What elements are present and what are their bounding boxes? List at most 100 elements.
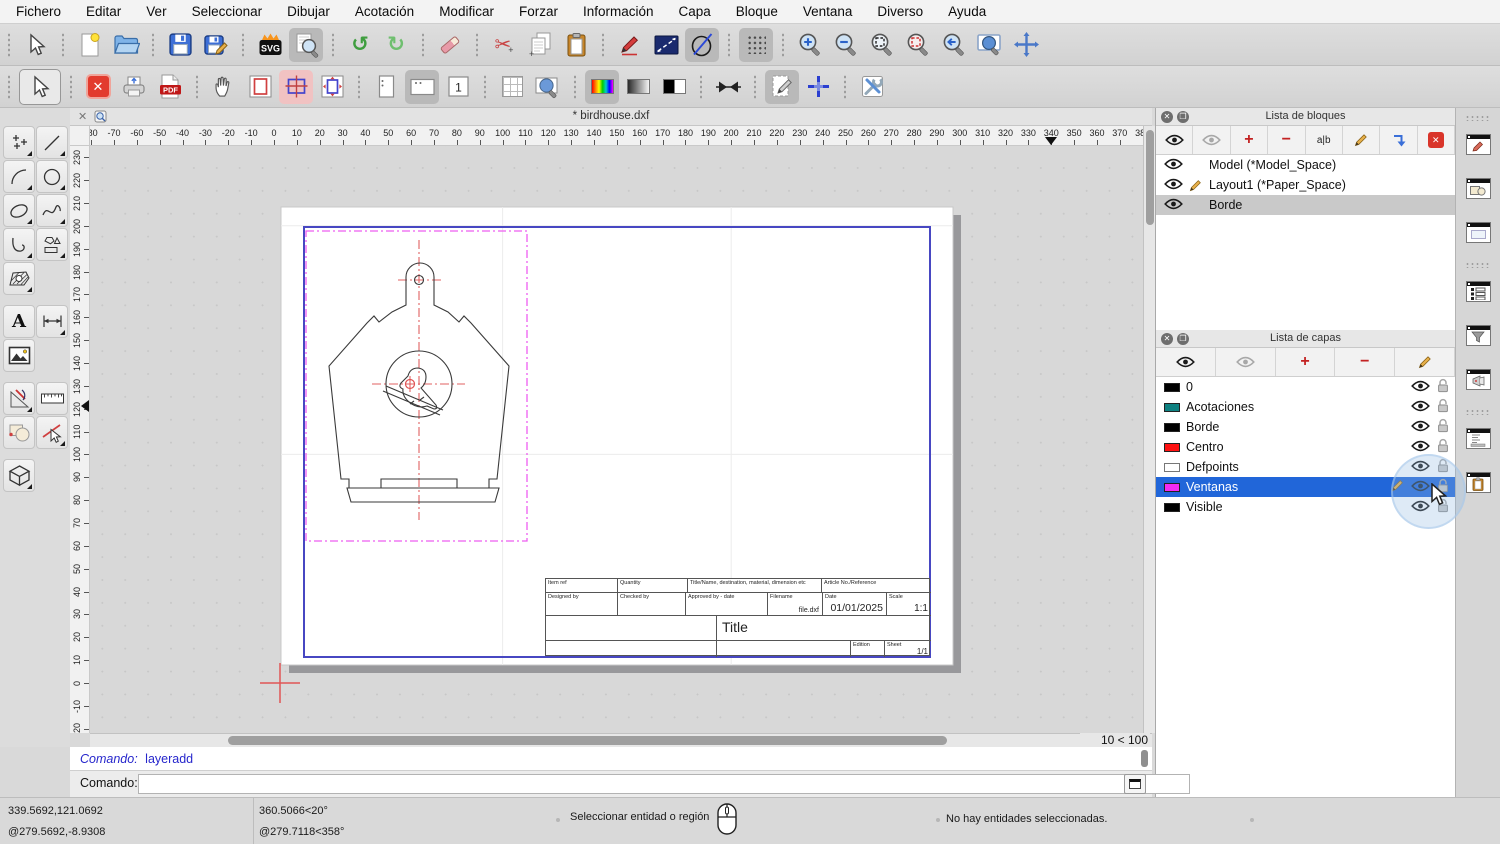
layer-lock-icon[interactable] <box>1437 398 1449 416</box>
export-svg-button[interactable]: SVG <box>253 28 287 62</box>
remove-block-button[interactable]: − <box>1268 126 1306 154</box>
print-button[interactable] <box>117 70 151 104</box>
command-input[interactable] <box>138 774 1190 794</box>
hide-all-layers-button[interactable] <box>1216 348 1276 376</box>
tool-spline-button[interactable] <box>36 194 68 227</box>
color-full-button[interactable] <box>585 69 619 104</box>
vertical-scrollbar[interactable] <box>1143 126 1155 733</box>
menu-capa[interactable]: Capa <box>679 4 711 19</box>
menu-ventana[interactable]: Ventana <box>803 4 853 19</box>
rename-block-button[interactable]: a|b <box>1306 126 1343 154</box>
print-preview-button[interactable] <box>289 27 323 62</box>
menu-modificar[interactable]: Modificar <box>439 4 494 19</box>
block-visibility-eye-icon[interactable] <box>1164 198 1183 213</box>
tool-circle-button[interactable] <box>36 160 68 193</box>
menu-fichero[interactable]: Fichero <box>16 4 61 19</box>
dock-pen-palette-toggle[interactable] <box>1461 127 1495 161</box>
menu-dibujar[interactable]: Dibujar <box>287 4 330 19</box>
viewport-fit-button[interactable] <box>315 70 349 104</box>
layer-lock-icon[interactable] <box>1437 418 1449 436</box>
tool-image-button[interactable] <box>3 339 35 372</box>
insert-block-button[interactable] <box>1380 126 1418 154</box>
block-row-model[interactable]: Model (*Model_Space) <box>1156 155 1455 175</box>
close-doc-button[interactable]: ✕ <box>81 70 115 104</box>
block-visibility-eye-icon[interactable] <box>1164 158 1183 173</box>
tool-polygon-button[interactable] <box>36 228 68 261</box>
zoom-window-button[interactable] <box>973 28 1007 62</box>
save-as-button[interactable] <box>199 28 233 62</box>
tool-order-button[interactable] <box>3 416 35 449</box>
menu-ver[interactable]: Ver <box>146 4 166 19</box>
zoom-page-fit-button[interactable] <box>531 70 565 104</box>
vertical-scrollbar-thumb[interactable] <box>1146 130 1154 225</box>
viewport-cross-button[interactable] <box>279 69 313 104</box>
viewport-rect-button[interactable] <box>243 70 277 104</box>
layer-visibility-eye-icon[interactable] <box>1411 440 1430 455</box>
copy-button[interactable]: + <box>523 28 557 62</box>
select-outlined-button[interactable] <box>19 68 61 105</box>
page-single-button[interactable]: 1 <box>441 70 475 104</box>
pen-red-button[interactable] <box>613 28 647 62</box>
zoom-select-button[interactable] <box>901 28 935 62</box>
grid-toggle-button[interactable] <box>739 27 773 62</box>
tool-select-entity-button[interactable] <box>36 416 68 449</box>
block-row-layout1[interactable]: Layout1 (*Paper_Space) <box>1156 175 1455 195</box>
tool-measure-button[interactable] <box>36 382 68 415</box>
line-style-button[interactable] <box>649 28 683 62</box>
pan-hand-button[interactable] <box>207 70 241 104</box>
eraser-button[interactable] <box>433 28 467 62</box>
menu-informacion[interactable]: Información <box>583 4 654 19</box>
dock-list-widget-toggle[interactable] <box>1461 274 1495 308</box>
layer-lock-icon[interactable] <box>1437 438 1449 456</box>
horizontal-scrollbar[interactable] <box>90 733 1152 747</box>
page-landscape-button[interactable] <box>405 69 439 104</box>
draft-bowtie-button[interactable] <box>711 70 745 104</box>
menu-seleccionar[interactable]: Seleccionar <box>192 4 263 19</box>
menu-diverso[interactable]: Diverso <box>877 4 923 19</box>
zoom-out-button[interactable] <box>829 28 863 62</box>
add-layer-button[interactable]: + <box>1276 348 1336 376</box>
tool-arc-button[interactable] <box>3 160 35 193</box>
layer-visibility-eye-icon[interactable] <box>1411 380 1430 395</box>
dock-clipboard-widget-toggle[interactable] <box>1461 465 1495 499</box>
command-history-scrollbar[interactable] <box>1141 750 1148 767</box>
layer-row-centro[interactable]: Centro <box>1156 437 1455 457</box>
zoom-in-button[interactable] <box>793 28 827 62</box>
page-portrait-button[interactable] <box>369 70 403 104</box>
cut-button[interactable]: ✂ + <box>487 28 521 62</box>
zoom-auto-button[interactable] <box>865 28 899 62</box>
hide-all-blocks-button[interactable] <box>1193 126 1231 154</box>
show-all-blocks-button[interactable] <box>1156 126 1194 154</box>
grid-3x3-button[interactable] <box>495 70 529 104</box>
menu-editar[interactable]: Editar <box>86 4 121 19</box>
new-file-button[interactable] <box>73 28 107 62</box>
open-file-button[interactable] <box>109 28 143 62</box>
zoom-previous-button[interactable] <box>937 28 971 62</box>
dock-quick-shapes-toggle[interactable] <box>1461 171 1495 205</box>
layer-visibility-eye-icon[interactable] <box>1411 400 1430 415</box>
tool-hatch-button[interactable] <box>3 262 35 295</box>
layer-visibility-eye-icon[interactable] <box>1411 420 1430 435</box>
menu-forzar[interactable]: Forzar <box>519 4 558 19</box>
block-row-borde[interactable]: Borde <box>1156 195 1455 215</box>
layer-row-borde[interactable]: Borde <box>1156 417 1455 437</box>
edit-block-button[interactable] <box>1343 126 1381 154</box>
remove-layer-button[interactable]: − <box>1335 348 1396 376</box>
show-all-layers-button[interactable] <box>1156 348 1216 376</box>
tool-text-button[interactable]: A <box>3 305 35 338</box>
dock-command-widget-toggle[interactable] <box>1461 421 1495 455</box>
tool-points-button[interactable] <box>3 126 35 159</box>
layer-lock-icon[interactable] <box>1437 378 1449 396</box>
color-bw-button[interactable] <box>657 70 691 104</box>
menu-acotacion[interactable]: Acotación <box>355 4 414 19</box>
add-block-button[interactable]: + <box>1231 126 1269 154</box>
dock-filter-widget-toggle[interactable] <box>1461 318 1495 352</box>
zoom-pan-button[interactable] <box>1009 28 1043 62</box>
menu-bloque[interactable]: Bloque <box>736 4 778 19</box>
menu-ayuda[interactable]: Ayuda <box>948 4 986 19</box>
page-edit-button[interactable] <box>765 69 799 104</box>
redo-button[interactable]: ↻ <box>379 28 413 62</box>
color-gray-button[interactable] <box>621 70 655 104</box>
edit-layer-button[interactable] <box>1395 348 1455 376</box>
horizontal-scrollbar-thumb[interactable] <box>228 736 947 745</box>
